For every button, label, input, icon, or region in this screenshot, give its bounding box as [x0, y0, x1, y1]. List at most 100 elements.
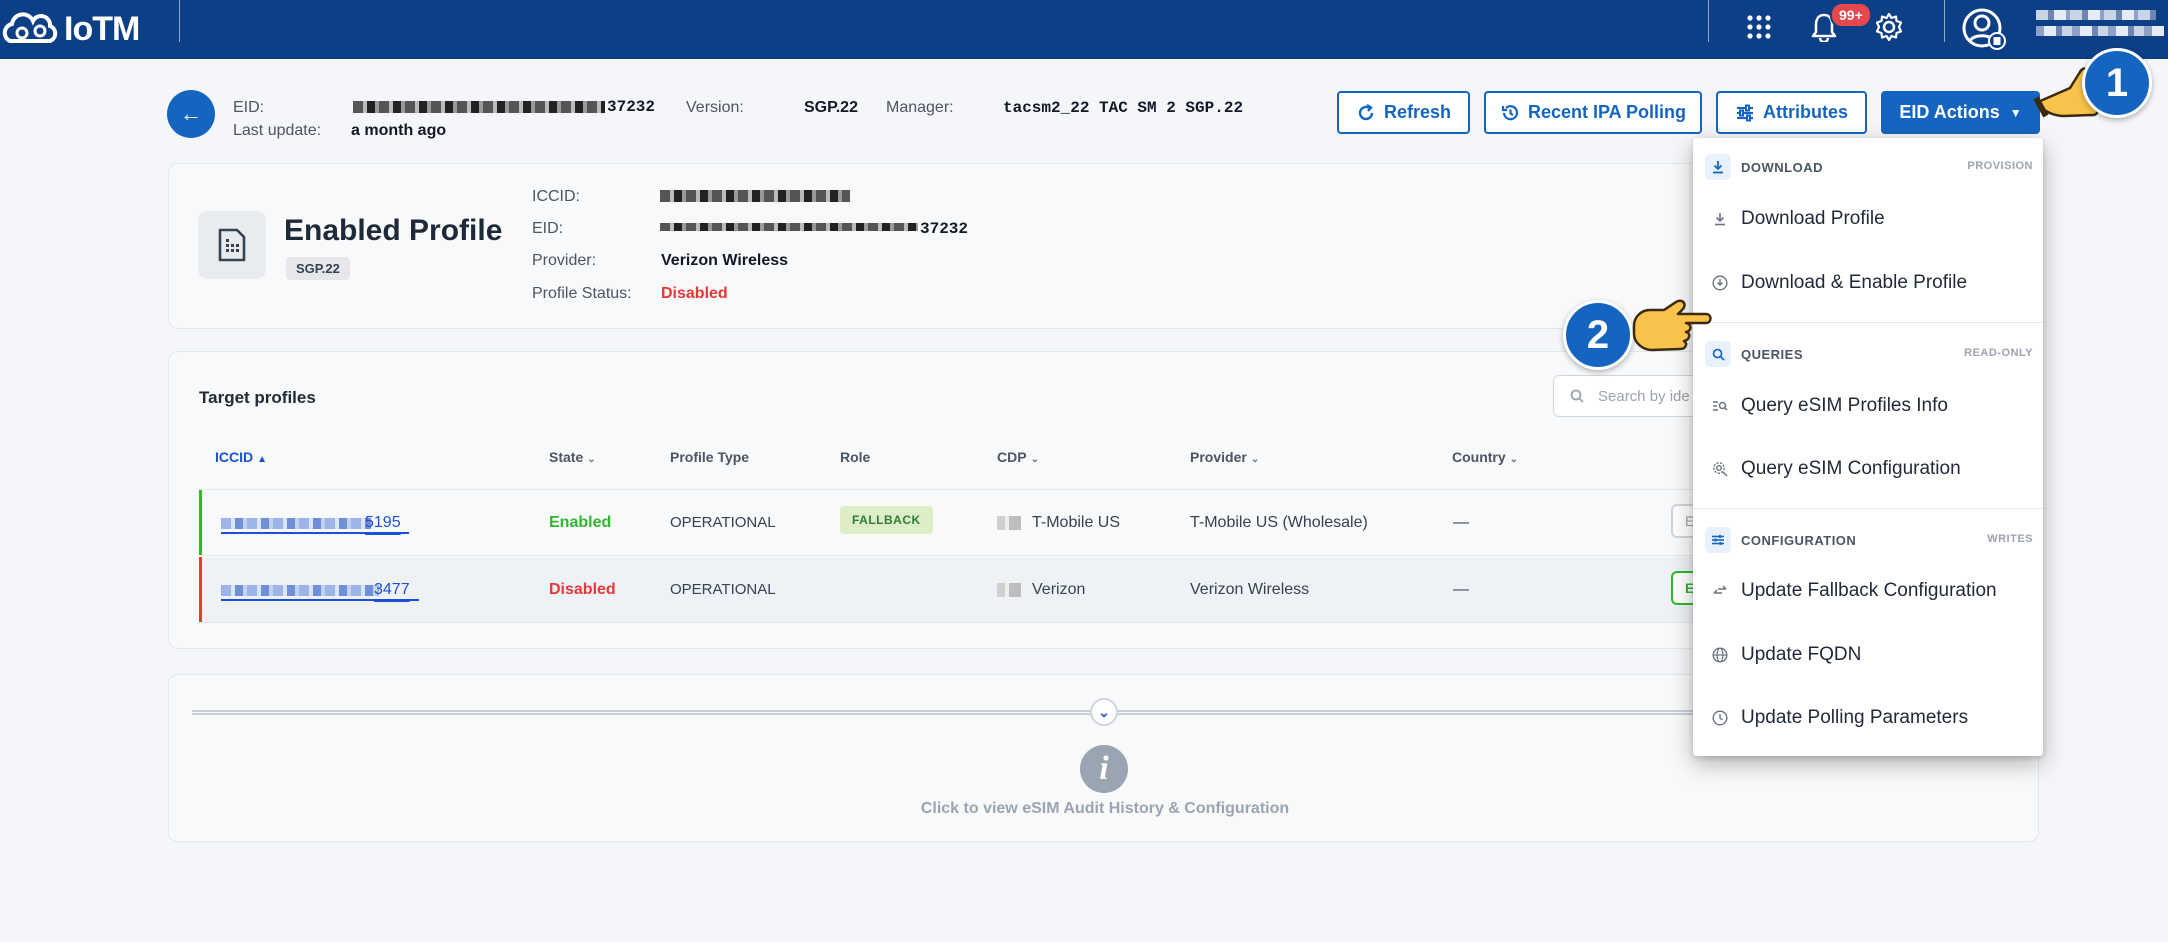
cloud-logo-icon [2, 12, 58, 43]
download-icon [1709, 208, 1731, 230]
eid-actions-menu: DOWNLOAD PROVISION Download Profile Down… [1693, 138, 2043, 756]
swap-arrows-icon [1709, 580, 1731, 602]
cdp-value: T-Mobile US [1032, 514, 1121, 531]
menu-item-update-fqdn[interactable]: Update FQDN [1693, 627, 2043, 683]
menu-item-update-fallback-configuration[interactable]: Update Fallback Configuration [1693, 563, 2043, 619]
manager-value: tacsm2_22 TAC SM 2 SGP.22 [1003, 99, 1244, 117]
iccid-link[interactable]: 5195 [365, 514, 401, 532]
menu-section-download: DOWNLOAD PROVISION [1693, 152, 2043, 180]
row-status-edge [199, 557, 202, 622]
menu-item-update-polling-parameters[interactable]: Update Polling Parameters [1693, 690, 2043, 746]
logo-text: IoTM [64, 9, 140, 48]
manager-label: Manager: [886, 99, 954, 116]
notification-badge: 99+ [1830, 2, 1872, 28]
section-title: QUERIES [1741, 347, 1804, 362]
eid-actions-label: EID Actions [1899, 102, 2000, 122]
iccid-underline [221, 599, 419, 601]
menu-section-queries: QUERIES READ-ONLY [1693, 339, 2043, 367]
version-label: Version: [686, 99, 744, 116]
section-title: DOWNLOAD [1741, 160, 1823, 175]
column-header-iccid[interactable]: ICCID ▲ [215, 449, 267, 465]
provider-value: Verizon Wireless [661, 252, 789, 269]
caret-down-icon: ▼ [2009, 105, 2022, 120]
column-header-state[interactable]: State ⌄ [549, 449, 596, 465]
menu-item-download-enable-profile[interactable]: Download & Enable Profile [1693, 255, 2043, 311]
column-header-provider[interactable]: Provider ⌄ [1190, 449, 1259, 465]
profile-status-label: Profile Status: [532, 285, 632, 302]
app-logo[interactable]: IoTM [0, 8, 140, 50]
profile-eid-label: EID: [532, 220, 564, 237]
attributes-label: Attributes [1763, 102, 1848, 122]
state-value: Enabled [549, 514, 612, 531]
column-header-country[interactable]: Country ⌄ [1452, 449, 1518, 465]
menu-item-label: Download & Enable Profile [1741, 272, 1968, 293]
gear-icon[interactable] [1872, 10, 1906, 44]
history-divider [192, 710, 1702, 715]
iccid-redacted [221, 585, 379, 596]
column-header-cdp[interactable]: CDP ⌄ [997, 449, 1039, 465]
iccid-label: ICCID: [532, 188, 580, 205]
user-name-redacted[interactable] [2036, 8, 2164, 44]
globe-icon [1709, 644, 1731, 666]
refresh-button[interactable]: Refresh [1337, 91, 1470, 134]
chevron-down-icon[interactable]: ⌄ [1090, 698, 1118, 726]
profile-status-value: Disabled [661, 285, 728, 302]
navbar-divider [1944, 0, 1945, 42]
history-icon [1501, 104, 1519, 120]
download-icon [1705, 154, 1731, 180]
section-title: CONFIGURATION [1741, 533, 1857, 548]
recent-ipa-polling-label: Recent IPA Polling [1527, 102, 1687, 122]
recent-ipa-polling-button[interactable]: Recent IPA Polling [1484, 91, 1702, 134]
search-icon [1570, 389, 1584, 403]
menu-item-query-configuration[interactable]: Query eSIM Configuration [1693, 441, 2043, 497]
cdp-logo-redacted [997, 516, 1021, 530]
sliders-icon [1705, 527, 1731, 553]
download-circle-icon [1709, 272, 1731, 294]
eid-label: EID: [233, 99, 265, 116]
cdp-value: Verizon [1032, 581, 1086, 598]
attributes-button[interactable]: Attributes [1716, 91, 1867, 134]
history-link-text[interactable]: Click to view eSIM Audit History & Confi… [880, 800, 1330, 818]
provider-label: Provider: [532, 252, 597, 269]
profile-eid-redacted [660, 223, 918, 231]
refresh-label: Refresh [1383, 102, 1452, 122]
menu-item-label: Query eSIM Profiles Info [1741, 395, 1948, 416]
eid-redacted [353, 101, 605, 113]
search-placeholder: Search by ide [1598, 387, 1690, 405]
apps-grid-icon[interactable] [1742, 10, 1776, 44]
eid-suffix: 37232 [607, 98, 656, 116]
menu-item-download-profile[interactable]: Download Profile [1693, 191, 2043, 247]
menu-item-query-profiles-info[interactable]: Query eSIM Profiles Info [1693, 378, 2043, 434]
gear-search-icon [1709, 458, 1731, 480]
cdp-logo-redacted [997, 583, 1021, 597]
step-marker-1: 1 [2082, 48, 2152, 118]
iccid-link[interactable]: 3477 [374, 581, 410, 599]
row-status-edge [199, 490, 202, 555]
list-search-icon [1709, 395, 1731, 417]
sliders-icon [1737, 104, 1753, 121]
column-header-role: Role [840, 449, 871, 465]
section-tag: READ-ONLY [1964, 347, 2033, 359]
arrow-left-icon: ← [180, 101, 202, 126]
menu-item-label: Query eSIM Configuration [1741, 458, 1961, 479]
eid-actions-button[interactable]: EID Actions ▼ [1881, 91, 2040, 134]
menu-divider [1693, 508, 2043, 509]
user-avatar-icon[interactable] [1962, 6, 2006, 50]
country-value: — [1453, 581, 1469, 598]
menu-divider [1693, 322, 2043, 323]
back-button[interactable]: ← [167, 90, 215, 138]
target-profiles-title: Target profiles [199, 388, 316, 407]
clock-icon [1709, 707, 1731, 729]
state-value: Disabled [549, 581, 616, 598]
menu-section-configuration: CONFIGURATION WRITES [1693, 525, 2043, 553]
refresh-icon [1358, 103, 1374, 120]
table-row[interactable]: 5195 Enabled OPERATIONAL FALLBACK T-Mobi… [199, 490, 1711, 556]
step-marker-2: 2 [1563, 300, 1633, 370]
country-value: — [1453, 514, 1469, 531]
sim-card-icon [198, 211, 266, 279]
profile-type-value: OPERATIONAL [670, 581, 776, 598]
menu-item-label: Update Polling Parameters [1741, 707, 1969, 728]
enabled-profile-title: Enabled Profile [284, 214, 503, 247]
search-input[interactable]: Search by ide [1553, 375, 1703, 417]
table-row[interactable]: 3477 Disabled OPERATIONAL Verizon Verizo… [199, 557, 1711, 623]
